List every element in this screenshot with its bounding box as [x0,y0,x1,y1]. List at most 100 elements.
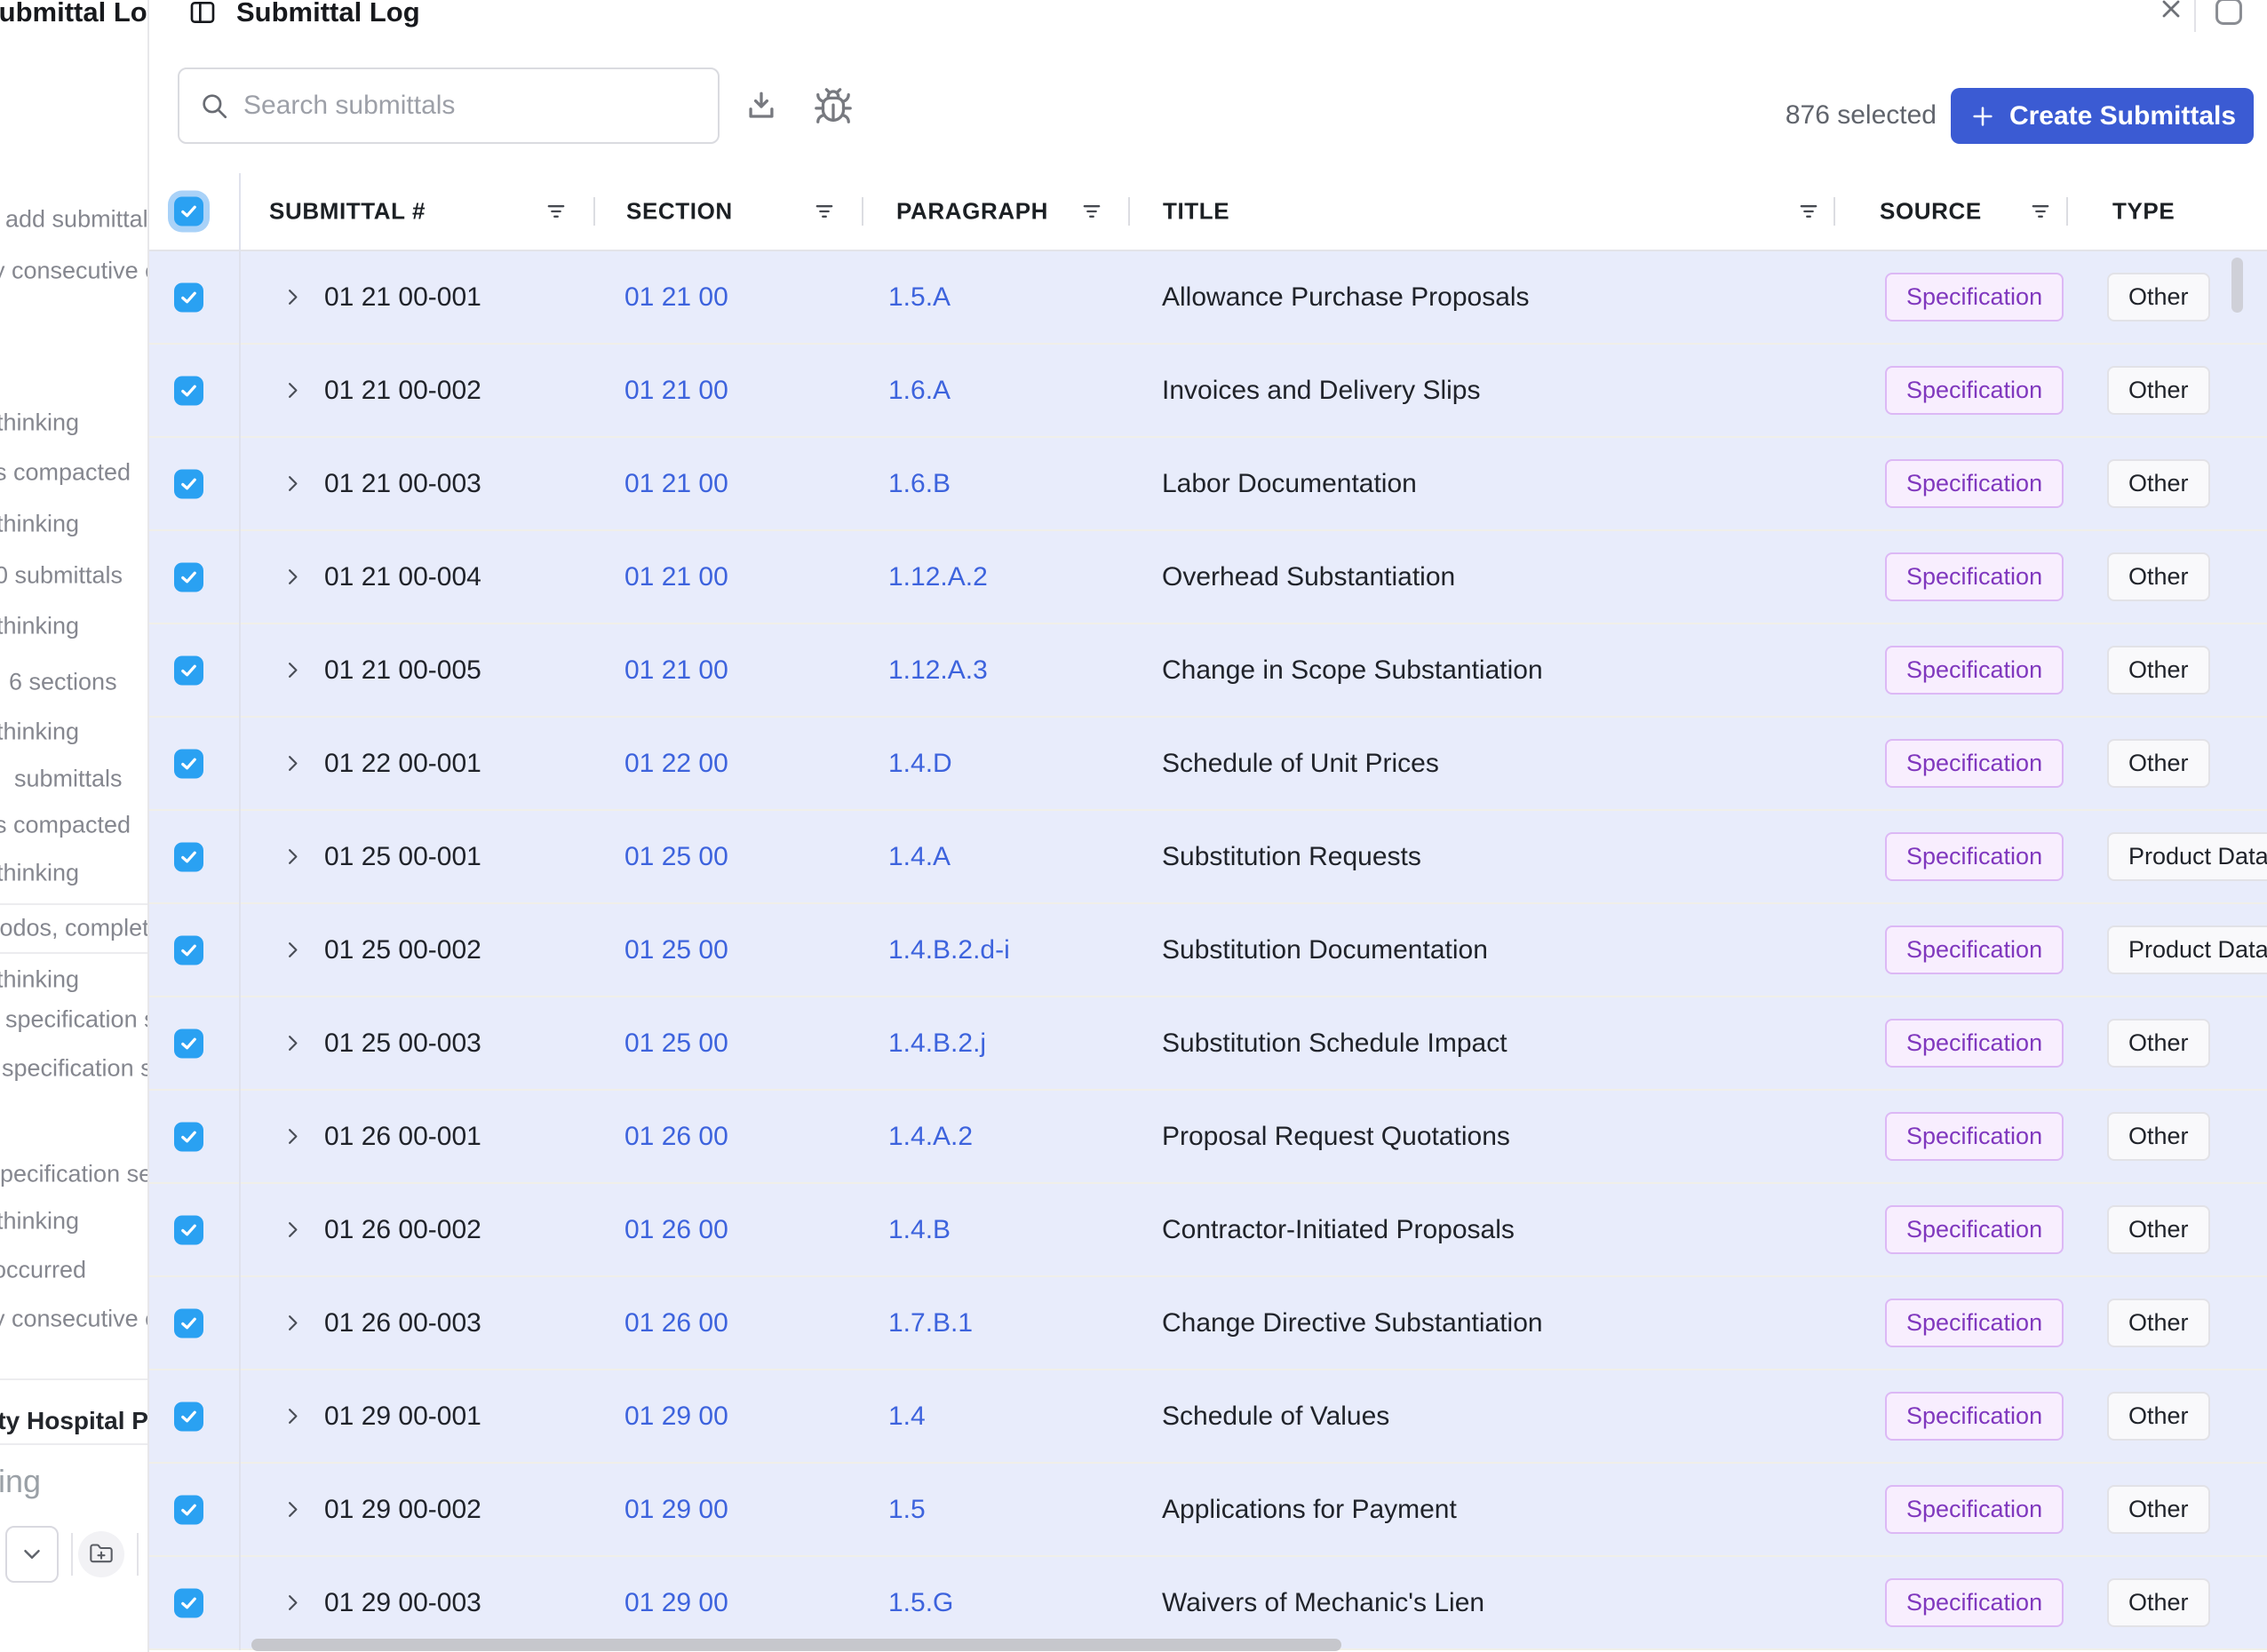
paragraph-link[interactable]: 1.4.B.2.j [888,997,986,1089]
paragraph-link[interactable]: 1.5.G [888,1557,953,1648]
dock-panel-icon[interactable] [2212,0,2246,28]
row-checkbox[interactable] [174,562,203,592]
section-link-text[interactable]: 01 26 00 [624,1215,728,1245]
table-row[interactable]: 01 21 00-005 01 21 00 1.12.A.3 Change in… [149,624,2267,718]
row-checkbox[interactable] [174,282,203,312]
paragraph-link[interactable]: 1.5 [888,1464,926,1555]
paragraph-link-text[interactable]: 1.4.B.2.j [888,1029,986,1059]
filter-icon[interactable] [544,199,569,224]
paragraph-link[interactable]: 1.4 [888,1370,926,1462]
section-link[interactable]: 01 29 00 [624,1370,728,1462]
row-checkbox[interactable] [174,1495,203,1524]
section-link[interactable]: 01 26 00 [624,1277,728,1369]
expand-chevron-icon[interactable] [281,1370,305,1462]
paragraph-link[interactable]: 1.5.A [888,251,951,343]
section-link[interactable]: 01 25 00 [624,811,728,902]
row-checkbox[interactable] [174,1122,203,1151]
create-submittals-button[interactable]: Create Submittals [1951,88,2254,144]
paragraph-link-text[interactable]: 1.4 [888,1402,926,1432]
row-checkbox[interactable] [174,842,203,871]
table-row[interactable]: 01 26 00-003 01 26 00 1.7.B.1 Change Dir… [149,1277,2267,1370]
expand-chevron-icon[interactable] [281,531,305,623]
paragraph-link-text[interactable]: 1.6.B [888,469,951,499]
paragraph-link[interactable]: 1.4.B.2.d-i [888,904,1010,996]
expand-chevron-icon[interactable] [281,904,305,996]
row-checkbox[interactable] [174,1029,203,1058]
paragraph-link[interactable]: 1.4.D [888,718,952,809]
section-link[interactable]: 01 25 00 [624,904,728,996]
filter-icon[interactable] [1079,199,1104,224]
table-row[interactable]: 01 21 00-002 01 21 00 1.6.A Invoices and… [149,345,2267,438]
section-link[interactable]: 01 26 00 [624,1184,728,1275]
expand-chevron-icon[interactable] [281,438,305,529]
section-link[interactable]: 01 22 00 [624,718,728,809]
paragraph-link-text[interactable]: 1.5.A [888,282,951,313]
paragraph-link-text[interactable]: 1.4.D [888,749,952,779]
filter-icon[interactable] [812,199,837,224]
row-checkbox[interactable] [174,1215,203,1244]
expand-chevron-icon[interactable] [281,1277,305,1369]
section-link-text[interactable]: 01 26 00 [624,1308,728,1338]
table-row[interactable]: 01 29 00-002 01 29 00 1.5 Applications f… [149,1464,2267,1557]
section-link[interactable]: 01 21 00 [624,624,728,716]
section-link[interactable]: 01 21 00 [624,251,728,343]
section-link-text[interactable]: 01 21 00 [624,376,728,406]
table-row[interactable]: 01 29 00-003 01 29 00 1.5.G Waivers of M… [149,1557,2267,1650]
expand-chevron-icon[interactable] [281,251,305,343]
row-checkbox[interactable] [174,655,203,685]
expand-chevron-icon[interactable] [281,811,305,902]
table-row[interactable]: 01 26 00-002 01 26 00 1.4.B Contractor-I… [149,1184,2267,1277]
paragraph-link[interactable]: 1.12.A.2 [888,531,988,623]
row-checkbox[interactable] [174,749,203,778]
table-row[interactable]: 01 26 00-001 01 26 00 1.4.A.2 Proposal R… [149,1091,2267,1184]
table-row[interactable]: 01 25 00-002 01 25 00 1.4.B.2.d-i Substi… [149,904,2267,997]
section-link-text[interactable]: 01 21 00 [624,655,728,686]
row-checkbox[interactable] [174,1402,203,1431]
section-link[interactable]: 01 21 00 [624,438,728,529]
close-icon[interactable] [2157,0,2185,23]
paragraph-link[interactable]: 1.6.B [888,438,951,529]
section-link[interactable]: 01 25 00 [624,997,728,1089]
paragraph-link[interactable]: 1.4.A [888,811,951,902]
select-all-checkbox[interactable] [174,197,203,226]
row-checkbox[interactable] [174,1308,203,1338]
paragraph-link[interactable]: 1.7.B.1 [888,1277,973,1369]
model-select-button[interactable] [5,1526,59,1583]
section-link[interactable]: 01 21 00 [624,531,728,623]
filter-icon[interactable] [1796,199,1821,224]
section-link-text[interactable]: 01 22 00 [624,749,728,779]
section-link-text[interactable]: 01 21 00 [624,282,728,313]
add-folder-button[interactable] [78,1531,124,1577]
paragraph-link-text[interactable]: 1.4.B [888,1215,951,1245]
expand-chevron-icon[interactable] [281,1464,305,1555]
paragraph-link-text[interactable]: 1.4.A.2 [888,1122,973,1152]
paragraph-link-text[interactable]: 1.12.A.3 [888,655,988,686]
table-row[interactable]: 01 25 00-003 01 25 00 1.4.B.2.j Substitu… [149,997,2267,1091]
table-row[interactable]: 01 29 00-001 01 29 00 1.4 Schedule of Va… [149,1370,2267,1464]
paragraph-link[interactable]: 1.6.A [888,345,951,436]
table-row[interactable]: 01 25 00-001 01 25 00 1.4.A Substitution… [149,811,2267,904]
search-input[interactable] [243,91,700,121]
expand-chevron-icon[interactable] [281,624,305,716]
section-link[interactable]: 01 29 00 [624,1557,728,1648]
filter-icon[interactable] [2028,199,2053,224]
section-link-text[interactable]: 01 26 00 [624,1122,728,1152]
expand-chevron-icon[interactable] [281,997,305,1089]
expand-chevron-icon[interactable] [281,1184,305,1275]
section-link-text[interactable]: 01 29 00 [624,1402,728,1432]
section-link-text[interactable]: 01 25 00 [624,935,728,965]
row-checkbox[interactable] [174,376,203,405]
table-row[interactable]: 01 21 00-001 01 21 00 1.5.A Allowance Pu… [149,251,2267,345]
download-button[interactable] [741,86,782,127]
section-link[interactable]: 01 29 00 [624,1464,728,1555]
table-row[interactable]: 01 21 00-003 01 21 00 1.6.B Labor Docume… [149,438,2267,531]
paragraph-link-text[interactable]: 1.6.A [888,376,951,406]
row-checkbox[interactable] [174,1588,203,1617]
paragraph-link-text[interactable]: 1.4.A [888,842,951,872]
paragraph-link-text[interactable]: 1.5.G [888,1588,953,1618]
section-link-text[interactable]: 01 25 00 [624,1029,728,1059]
paragraph-link-text[interactable]: 1.12.A.2 [888,562,988,592]
section-link-text[interactable]: 01 21 00 [624,562,728,592]
search-box[interactable] [178,68,720,144]
paragraph-link-text[interactable]: 1.5 [888,1495,926,1525]
